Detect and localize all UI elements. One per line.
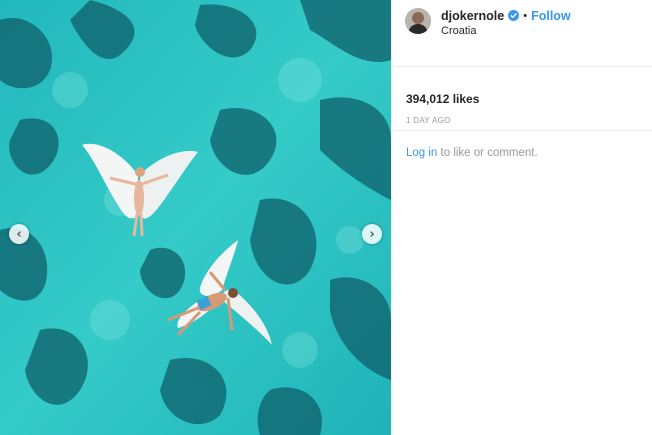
post-stats: 394,012 likes 1 DAY AGO [406, 92, 479, 125]
avatar-image [405, 8, 431, 34]
verified-badge-icon [508, 10, 520, 21]
location-link[interactable]: Croatia [441, 25, 571, 37]
divider [392, 130, 652, 131]
chevron-left-icon: ‹ [16, 226, 22, 242]
carousel-prev-button[interactable]: ‹ [9, 224, 29, 244]
username-link[interactable]: djokernole [441, 9, 504, 23]
post-header: djokernole • Follow Croatia [392, 0, 652, 67]
login-prompt-text: to like or comment. [437, 147, 538, 159]
instagram-post: ‹ › djokernole • Follow Croatia 394,012 … [0, 0, 652, 435]
likes-count[interactable]: 394,012 likes [406, 92, 479, 106]
chevron-right-icon: › [369, 226, 375, 242]
header-line: djokernole • Follow [441, 8, 571, 23]
carousel-next-button[interactable]: › [362, 224, 382, 244]
post-timestamp: 1 DAY AGO [406, 116, 451, 125]
follow-button[interactable]: Follow [531, 9, 571, 23]
login-link[interactable]: Log in [406, 147, 437, 159]
avatar[interactable] [405, 8, 431, 34]
header-text: djokernole • Follow Croatia [441, 8, 571, 38]
separator-dot: • [523, 9, 528, 22]
post-photo[interactable]: ‹ › [0, 0, 391, 435]
post-sidebar: djokernole • Follow Croatia 394,012 like… [391, 0, 652, 435]
login-prompt: Log in to like or comment. [406, 147, 538, 159]
aerial-sea-photo [0, 0, 391, 435]
